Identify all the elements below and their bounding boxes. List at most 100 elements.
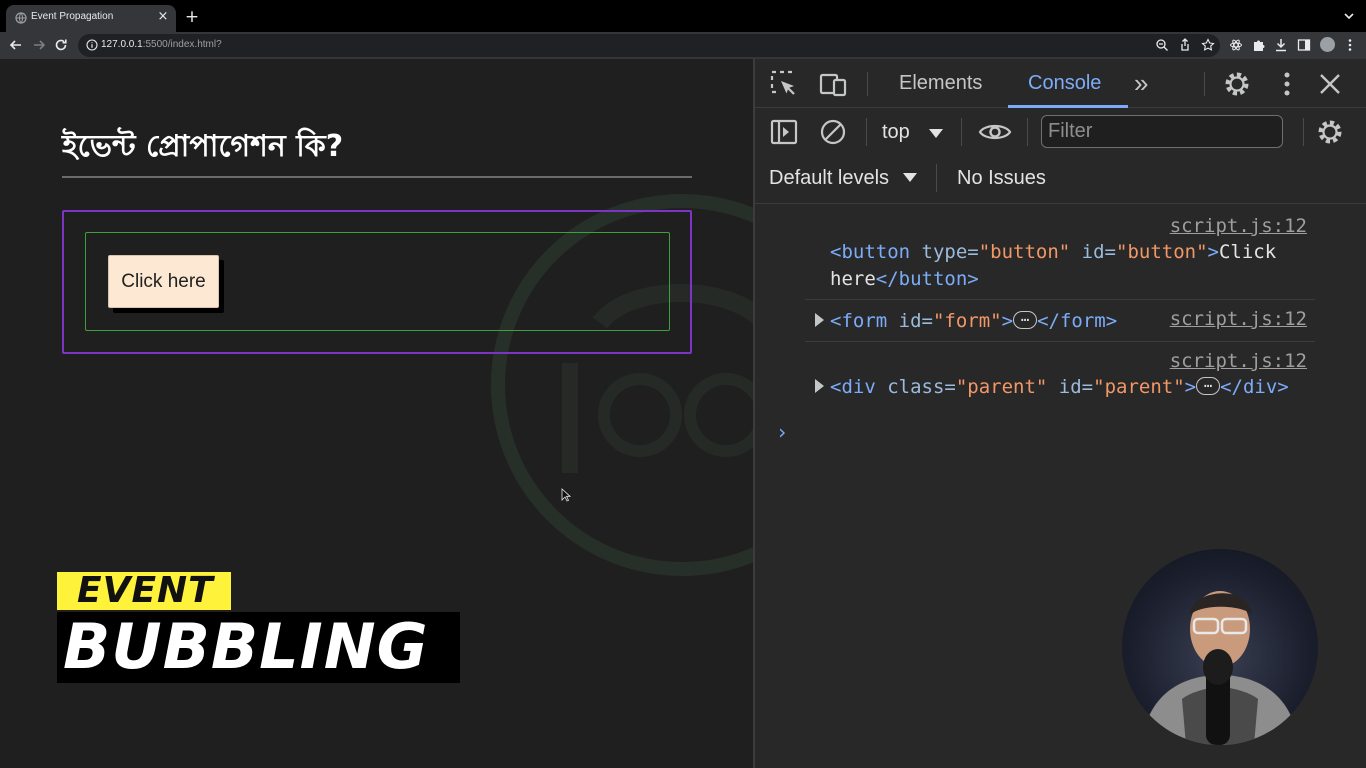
console-prompt[interactable]: › — [776, 420, 788, 444]
source-link[interactable]: script.js:12 — [1170, 215, 1307, 237]
expand-triangle-icon[interactable] — [815, 379, 824, 393]
html-tag: </form> — [1037, 310, 1118, 332]
click-here-button[interactable]: Click here — [108, 255, 219, 308]
html-tag: <div — [830, 376, 876, 398]
console-message-line[interactable]: <form id="form">… </form> — [830, 308, 1117, 335]
bookmark-star-icon[interactable] — [1201, 38, 1215, 52]
kebab-menu-icon[interactable] — [1272, 69, 1302, 99]
html-tag: > — [1001, 310, 1014, 332]
html-attr: id= — [1047, 376, 1094, 398]
html-attr-value: "button" — [1116, 241, 1208, 263]
toolbar-divider — [866, 118, 867, 146]
bubbling-badge: BUBBLING — [57, 610, 460, 683]
ellipsis-badge[interactable]: … — [1196, 376, 1221, 395]
sidebar-toggle-icon[interactable] — [769, 117, 799, 147]
console-message-line[interactable]: <button type="button" id="button">Click — [830, 239, 1276, 266]
tab-strip: Event Propagation × + — [0, 0, 1366, 32]
html-tag: </button> — [875, 268, 979, 290]
expand-triangle-icon[interactable] — [815, 313, 824, 327]
tab-elements[interactable]: Elements — [899, 72, 982, 95]
browser-toolbar: 127.0.0.1:5500/index.html? — [0, 32, 1366, 59]
toolbar-divider — [936, 164, 937, 192]
browser-tab[interactable]: Event Propagation × — [6, 5, 176, 32]
parent-div[interactable]: Click here — [62, 210, 692, 354]
more-tabs-icon[interactable]: » — [1134, 68, 1148, 99]
bubbling-badge-label: BUBBLING — [63, 610, 429, 683]
address-bar[interactable]: 127.0.0.1:5500/index.html? — [78, 34, 1220, 57]
context-selector[interactable]: top — [882, 121, 910, 144]
profile-avatar[interactable] — [1320, 37, 1335, 52]
console-settings-gear-icon[interactable] — [1315, 117, 1345, 147]
side-panel-icon[interactable] — [1297, 38, 1311, 52]
source-link[interactable]: script.js:12 — [1170, 350, 1307, 372]
clear-console-icon[interactable] — [818, 117, 848, 147]
url-text: 127.0.0.1:5500/index.html? — [101, 39, 222, 50]
toolbar-divider — [867, 72, 868, 96]
html-attr-value: "parent" — [955, 376, 1048, 398]
device-toolbar-icon[interactable] — [818, 69, 848, 99]
html-text: Click — [1218, 241, 1277, 263]
tab-title: Event Propagation — [31, 11, 114, 22]
toolbar-divider — [961, 118, 962, 146]
tab-close-icon[interactable]: × — [156, 10, 170, 24]
html-attr: id= — [1070, 241, 1116, 263]
info-icon[interactable] — [86, 39, 98, 51]
presenter-webcam — [1122, 549, 1318, 745]
forward-arrow-icon[interactable] — [31, 37, 47, 53]
kebab-menu-icon[interactable] — [1343, 38, 1357, 52]
inspect-element-icon[interactable] — [769, 69, 799, 99]
heading-divider — [62, 176, 692, 178]
html-tag: > — [1184, 376, 1197, 398]
html-text: here — [830, 268, 876, 290]
caret-down-icon[interactable] — [929, 129, 943, 138]
toolbar-divider — [1204, 72, 1205, 96]
extensions-puzzle-icon[interactable] — [1252, 38, 1266, 52]
event-badge: EVENT — [57, 570, 231, 611]
message-divider — [805, 341, 1315, 342]
ellipsis-badge[interactable]: … — [1013, 310, 1038, 329]
html-tag: > — [1207, 241, 1219, 263]
back-arrow-icon[interactable] — [8, 37, 24, 53]
globe-icon — [15, 12, 27, 24]
html-attr: id= — [887, 310, 933, 332]
console-toolbar: top Filter Default levels No Issues — [755, 108, 1366, 204]
issues-counter[interactable]: No Issues — [957, 167, 1046, 190]
page-title: ইভেন্ট প্রোপাগেশন কি? — [62, 129, 344, 164]
html-attr: type= — [910, 241, 979, 263]
filter-input[interactable]: Filter — [1041, 115, 1283, 148]
reload-icon[interactable] — [53, 37, 69, 53]
mouse-cursor-icon — [561, 488, 571, 502]
url-host: 127.0.0.1 — [101, 39, 143, 50]
eye-icon[interactable] — [978, 117, 1012, 147]
toolbar-divider — [1303, 118, 1304, 146]
html-tag: <form — [830, 310, 888, 332]
html-attr: class= — [875, 376, 956, 398]
html-tag: <button — [830, 241, 911, 263]
caret-down-icon[interactable] — [903, 173, 917, 182]
console-message-line[interactable]: <div class="parent" id="parent">… </div> — [830, 374, 1289, 401]
toolbar-divider — [1027, 118, 1028, 146]
html-tag: </div> — [1220, 376, 1289, 398]
presenter-silhouette-icon — [1142, 591, 1298, 745]
extension-atom-icon[interactable] — [1229, 38, 1243, 52]
share-icon[interactable] — [1178, 38, 1192, 52]
zoom-icon[interactable] — [1155, 38, 1169, 52]
download-icon[interactable] — [1274, 38, 1288, 52]
url-path: :5500/index.html? — [142, 39, 222, 50]
form-container[interactable]: Click here — [85, 232, 670, 331]
html-attr-value: "button" — [978, 241, 1071, 263]
message-divider — [805, 299, 1315, 300]
close-icon[interactable] — [1315, 69, 1345, 99]
event-badge-label: EVENT — [77, 570, 214, 611]
log-levels-dropdown[interactable]: Default levels — [769, 167, 889, 190]
html-attr-value: "parent" — [1093, 376, 1185, 398]
devtools-tabbar: Elements Console » — [755, 59, 1366, 108]
chevron-down-icon[interactable] — [1342, 9, 1356, 23]
new-tab-button[interactable]: + — [183, 8, 201, 26]
html-attr-value: "form" — [932, 310, 1002, 332]
page-viewport: ইভেন্ট প্রোপাগেশন কি? Click here EVENT B… — [0, 59, 754, 768]
tab-console[interactable]: Console — [1028, 72, 1101, 95]
source-link[interactable]: script.js:12 — [1170, 308, 1307, 330]
settings-gear-icon[interactable] — [1222, 69, 1252, 99]
console-message-line[interactable]: here</button> — [830, 266, 979, 293]
